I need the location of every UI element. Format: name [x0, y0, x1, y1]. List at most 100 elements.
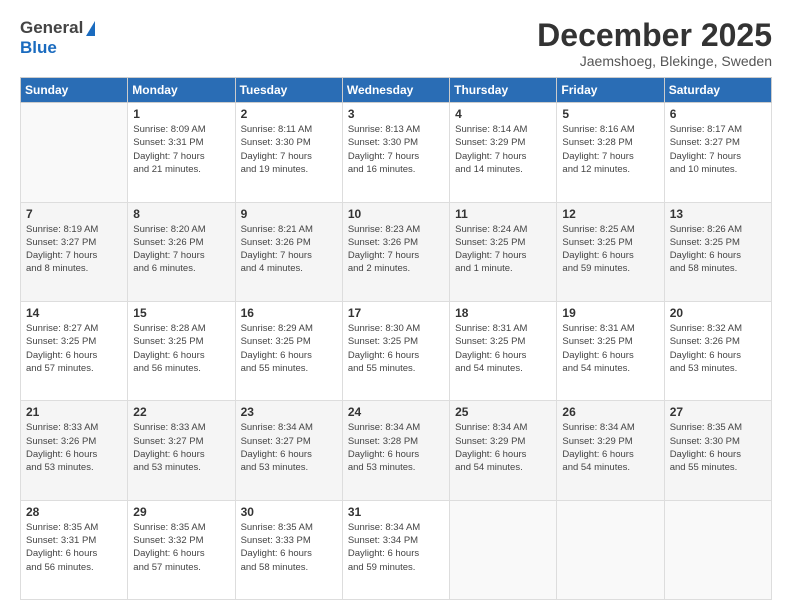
calendar-cell: 30 Sunrise: 8:35 AM Sunset: 3:33 PM Dayli… [235, 500, 342, 599]
calendar-cell: 24Sunrise: 8:34 AM Sunset: 3:28 PM Dayli… [342, 401, 449, 500]
calendar-cell: 25 Sunrise: 8:34 AM Sunset: 3:29 PM Dayli… [450, 401, 557, 500]
logo-general-text: General [20, 18, 83, 38]
calendar-cell: 18 Sunrise: 8:31 AM Sunset: 3:25 PM Dayli… [450, 301, 557, 400]
day-info: Sunrise: 8:16 AM Sunset: 3:28 PM Dayligh… [562, 123, 658, 176]
calendar-dow-tuesday: Tuesday [235, 78, 342, 103]
day-number: 11 [455, 207, 551, 221]
day-info: Sunrise: 8:21 AM Sunset: 3:26 PM Dayligh… [241, 223, 337, 276]
day-number: 6 [670, 107, 766, 121]
calendar-cell [664, 500, 771, 599]
logo-blue-text: Blue [20, 38, 57, 57]
title-area: December 2025 Jaemshoeg, Blekinge, Swede… [537, 18, 772, 69]
day-info: Sunrise: 8:35 AM Sunset: 3:30 PM Dayligh… [670, 421, 766, 474]
day-number: 4 [455, 107, 551, 121]
calendar-dow-wednesday: Wednesday [342, 78, 449, 103]
calendar-cell: 15 Sunrise: 8:28 AM Sunset: 3:25 PM Dayli… [128, 301, 235, 400]
day-number: 20 [670, 306, 766, 320]
day-info: Sunrise: 8:34 AM Sunset: 3:28 PM Dayligh… [348, 421, 444, 474]
day-number: 10 [348, 207, 444, 221]
day-info: Sunrise: 8:35 AM Sunset: 3:32 PM Dayligh… [133, 521, 229, 574]
day-info: Sunrise: 8:33 AM Sunset: 3:26 PM Dayligh… [26, 421, 122, 474]
calendar-cell: 8Sunrise: 8:20 AM Sunset: 3:26 PM Daylig… [128, 202, 235, 301]
day-info: Sunrise: 8:35 AM Sunset: 3:33 PM Dayligh… [241, 521, 337, 574]
calendar-header-row: SundayMondayTuesdayWednesdayThursdayFrid… [21, 78, 772, 103]
day-number: 9 [241, 207, 337, 221]
logo-icon [86, 21, 95, 36]
day-number: 12 [562, 207, 658, 221]
calendar-cell: 2Sunrise: 8:11 AM Sunset: 3:30 PM Daylig… [235, 103, 342, 202]
day-number: 21 [26, 405, 122, 419]
day-info: Sunrise: 8:28 AM Sunset: 3:25 PM Dayligh… [133, 322, 229, 375]
day-number: 17 [348, 306, 444, 320]
calendar-week-row: 21 Sunrise: 8:33 AM Sunset: 3:26 PM Dayli… [21, 401, 772, 500]
day-number: 23 [241, 405, 337, 419]
calendar-dow-thursday: Thursday [450, 78, 557, 103]
calendar-cell: 19 Sunrise: 8:31 AM Sunset: 3:25 PM Dayli… [557, 301, 664, 400]
calendar-dow-monday: Monday [128, 78, 235, 103]
calendar-cell: 6 Sunrise: 8:17 AM Sunset: 3:27 PM Daylig… [664, 103, 771, 202]
day-number: 2 [241, 107, 337, 121]
day-number: 5 [562, 107, 658, 121]
calendar-cell: 27Sunrise: 8:35 AM Sunset: 3:30 PM Dayli… [664, 401, 771, 500]
main-title: December 2025 [537, 18, 772, 53]
calendar-cell: 10 Sunrise: 8:23 AM Sunset: 3:26 PM Dayli… [342, 202, 449, 301]
day-info: Sunrise: 8:13 AM Sunset: 3:30 PM Dayligh… [348, 123, 444, 176]
day-number: 31 [348, 505, 444, 519]
calendar-week-row: 28 Sunrise: 8:35 AM Sunset: 3:31 PM Dayli… [21, 500, 772, 599]
calendar-cell: 11 Sunrise: 8:24 AM Sunset: 3:25 PM Dayli… [450, 202, 557, 301]
calendar-week-row: 14 Sunrise: 8:27 AM Sunset: 3:25 PM Dayli… [21, 301, 772, 400]
day-info: Sunrise: 8:34 AM Sunset: 3:27 PM Dayligh… [241, 421, 337, 474]
day-info: Sunrise: 8:31 AM Sunset: 3:25 PM Dayligh… [562, 322, 658, 375]
day-info: Sunrise: 8:26 AM Sunset: 3:25 PM Dayligh… [670, 223, 766, 276]
calendar-dow-sunday: Sunday [21, 78, 128, 103]
day-info: Sunrise: 8:27 AM Sunset: 3:25 PM Dayligh… [26, 322, 122, 375]
day-info: Sunrise: 8:34 AM Sunset: 3:29 PM Dayligh… [455, 421, 551, 474]
calendar-cell: 29 Sunrise: 8:35 AM Sunset: 3:32 PM Dayli… [128, 500, 235, 599]
calendar-cell: 1 Sunrise: 8:09 AM Sunset: 3:31 PM Daylig… [128, 103, 235, 202]
calendar-cell: 14 Sunrise: 8:27 AM Sunset: 3:25 PM Dayli… [21, 301, 128, 400]
day-number: 7 [26, 207, 122, 221]
calendar-cell: 7 Sunrise: 8:19 AM Sunset: 3:27 PM Daylig… [21, 202, 128, 301]
day-info: Sunrise: 8:24 AM Sunset: 3:25 PM Dayligh… [455, 223, 551, 276]
calendar-cell: 31 Sunrise: 8:34 AM Sunset: 3:34 PM Dayli… [342, 500, 449, 599]
day-number: 18 [455, 306, 551, 320]
calendar-dow-friday: Friday [557, 78, 664, 103]
day-number: 19 [562, 306, 658, 320]
day-info: Sunrise: 8:19 AM Sunset: 3:27 PM Dayligh… [26, 223, 122, 276]
day-info: Sunrise: 8:20 AM Sunset: 3:26 PM Dayligh… [133, 223, 229, 276]
day-info: Sunrise: 8:31 AM Sunset: 3:25 PM Dayligh… [455, 322, 551, 375]
day-info: Sunrise: 8:34 AM Sunset: 3:34 PM Dayligh… [348, 521, 444, 574]
day-number: 14 [26, 306, 122, 320]
day-number: 16 [241, 306, 337, 320]
calendar-week-row: 1 Sunrise: 8:09 AM Sunset: 3:31 PM Daylig… [21, 103, 772, 202]
calendar-cell: 26Sunrise: 8:34 AM Sunset: 3:29 PM Dayli… [557, 401, 664, 500]
calendar-cell: 9 Sunrise: 8:21 AM Sunset: 3:26 PM Daylig… [235, 202, 342, 301]
calendar-cell: 28 Sunrise: 8:35 AM Sunset: 3:31 PM Dayli… [21, 500, 128, 599]
day-info: Sunrise: 8:23 AM Sunset: 3:26 PM Dayligh… [348, 223, 444, 276]
calendar-cell: 4 Sunrise: 8:14 AM Sunset: 3:29 PM Daylig… [450, 103, 557, 202]
day-number: 28 [26, 505, 122, 519]
day-number: 1 [133, 107, 229, 121]
calendar-cell: 3Sunrise: 8:13 AM Sunset: 3:30 PM Daylig… [342, 103, 449, 202]
day-info: Sunrise: 8:14 AM Sunset: 3:29 PM Dayligh… [455, 123, 551, 176]
calendar-cell: 20Sunrise: 8:32 AM Sunset: 3:26 PM Dayli… [664, 301, 771, 400]
calendar-table: SundayMondayTuesdayWednesdayThursdayFrid… [20, 77, 772, 600]
day-info: Sunrise: 8:09 AM Sunset: 3:31 PM Dayligh… [133, 123, 229, 176]
calendar-cell: 22Sunrise: 8:33 AM Sunset: 3:27 PM Dayli… [128, 401, 235, 500]
subtitle: Jaemshoeg, Blekinge, Sweden [537, 53, 772, 69]
page: General Blue December 2025 Jaemshoeg, Bl… [0, 0, 792, 612]
day-number: 15 [133, 306, 229, 320]
calendar-cell: 17Sunrise: 8:30 AM Sunset: 3:25 PM Dayli… [342, 301, 449, 400]
calendar-cell: 16Sunrise: 8:29 AM Sunset: 3:25 PM Dayli… [235, 301, 342, 400]
day-info: Sunrise: 8:17 AM Sunset: 3:27 PM Dayligh… [670, 123, 766, 176]
day-number: 29 [133, 505, 229, 519]
day-info: Sunrise: 8:34 AM Sunset: 3:29 PM Dayligh… [562, 421, 658, 474]
calendar-cell: 21 Sunrise: 8:33 AM Sunset: 3:26 PM Dayli… [21, 401, 128, 500]
day-number: 13 [670, 207, 766, 221]
day-number: 22 [133, 405, 229, 419]
day-number: 25 [455, 405, 551, 419]
day-info: Sunrise: 8:25 AM Sunset: 3:25 PM Dayligh… [562, 223, 658, 276]
day-number: 30 [241, 505, 337, 519]
calendar-cell: 5 Sunrise: 8:16 AM Sunset: 3:28 PM Daylig… [557, 103, 664, 202]
day-info: Sunrise: 8:35 AM Sunset: 3:31 PM Dayligh… [26, 521, 122, 574]
